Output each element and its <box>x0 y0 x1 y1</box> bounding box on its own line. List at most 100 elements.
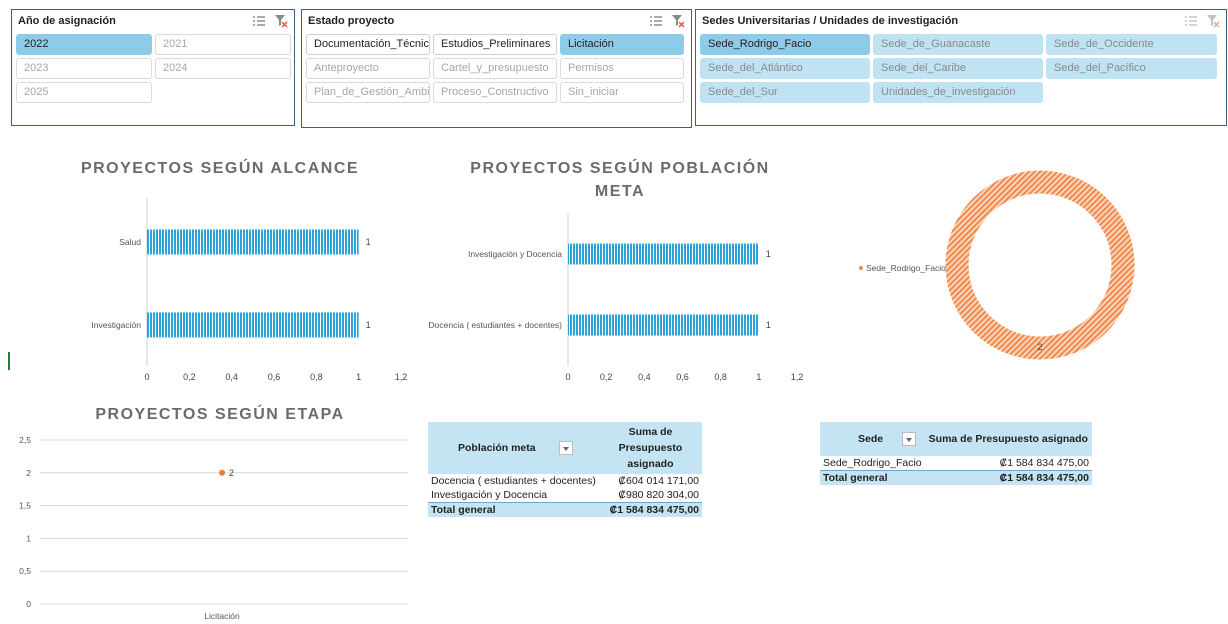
donut-data-label: 2 <box>1037 342 1042 352</box>
poblacion-col-header: Población meta <box>428 422 599 474</box>
row-label: Investigación y Docencia <box>431 489 548 501</box>
sedes-slicer-item[interactable]: Sede_de_Guanacaste <box>873 34 1043 55</box>
y-tick-label: 1 <box>26 533 31 543</box>
estado-slicer-items: Documentación_Técnica Estudios_Preliminar… <box>306 34 687 123</box>
category-label: Licitación <box>204 611 240 621</box>
bar <box>147 229 359 255</box>
data-label: 1 <box>366 237 371 247</box>
estado-slicer-item[interactable]: Estudios_Preliminares <box>433 34 557 55</box>
filter-dropdown-icon[interactable] <box>558 441 573 455</box>
filter-dropdown-icon[interactable] <box>902 432 917 446</box>
sedes-slicer-item[interactable]: Sede_Rodrigo_Facio <box>700 34 870 55</box>
poblacion-col-header-label: Población meta <box>458 441 536 454</box>
estado-slicer-item[interactable]: Anteproyecto <box>306 58 430 79</box>
x-tick-label: 0,2 <box>600 372 613 382</box>
x-tick-label: 1,2 <box>791 372 804 382</box>
sedes-slicer-item[interactable]: Unidades_de_investigación <box>873 82 1043 103</box>
x-tick-label: 0,6 <box>676 372 689 382</box>
y-tick-label: 2,5 <box>19 435 31 445</box>
multi-select-icon[interactable] <box>252 14 266 28</box>
estado-slicer-title: Estado proyecto <box>308 15 395 27</box>
estado-slicer-item[interactable]: Plan_de_Gestión_Ambi... <box>306 82 430 103</box>
year-slicer-item[interactable]: 2025 <box>16 82 152 103</box>
year-slicer-header: Año de asignación <box>12 10 294 32</box>
estado-slicer-item[interactable]: Permisos <box>560 58 684 79</box>
category-label: Investigación y Docencia <box>468 249 562 259</box>
y-tick-label: 1,5 <box>19 501 31 511</box>
year-slicer-item[interactable]: 2021 <box>155 34 291 55</box>
x-tick-label: 0,4 <box>225 372 238 382</box>
total-label: Total general <box>428 502 599 517</box>
x-tick-label: 0,6 <box>268 372 281 382</box>
sede-col-header-label: Sede <box>858 432 884 445</box>
clear-filter-icon[interactable] <box>274 14 288 28</box>
sedes-slicer-item[interactable]: Sede_del_Sur <box>700 82 870 103</box>
bar <box>568 314 759 336</box>
sedes-slicer-header: Sedes Universitarias / Unidades de inves… <box>696 10 1226 32</box>
legend-label: Sede_Rodrigo_Facio <box>866 263 946 273</box>
poblacion-sum-header: Suma de Presupuesto asignado <box>598 422 702 474</box>
data-label: 2 <box>229 468 234 478</box>
alcance-chart-title: PROYECTOS SEGÚN ALCANCE <box>80 160 360 177</box>
sedes-slicer-item[interactable]: Sede_del_Caribe <box>873 58 1043 79</box>
estado-slicer-header: Estado proyecto <box>302 10 691 32</box>
sedes-slicer: Sedes Universitarias / Unidades de inves… <box>695 9 1227 126</box>
year-slicer: Año de asignación 2022 2021 2023 2024 2025 <box>11 9 295 126</box>
estado-slicer: Estado proyecto Documentación_Técnica Est… <box>301 9 692 128</box>
estado-slicer-item[interactable]: Licitación <box>560 34 684 55</box>
multi-select-icon[interactable] <box>649 14 663 28</box>
estado-slicer-item[interactable]: Sin_iniciar <box>560 82 684 103</box>
x-tick-label: 1 <box>356 372 361 382</box>
row-label: Sede_Rodrigo_Facio <box>823 457 922 469</box>
year-slicer-title: Año de asignación <box>18 15 116 27</box>
estado-slicer-item[interactable]: Cartel_y_presupuesto <box>433 58 557 79</box>
table-row: Docencia ( estudiantes + docentes) ₡604 0… <box>428 474 702 488</box>
bar <box>568 243 759 265</box>
x-tick-label: 1 <box>756 372 761 382</box>
year-slicer-item[interactable]: 2022 <box>16 34 152 55</box>
y-tick-label: 0 <box>26 599 31 609</box>
x-tick-label: 0 <box>144 372 149 382</box>
x-tick-label: 0,4 <box>638 372 651 382</box>
sede-sum-header: Suma de Presupuesto asignado <box>924 422 1092 456</box>
multi-select-icon[interactable] <box>1184 14 1198 28</box>
data-point <box>219 469 225 476</box>
donut-slice <box>944 169 1136 361</box>
year-slicer-item[interactable]: 2024 <box>155 58 291 79</box>
year-slicer-item[interactable]: 2023 <box>16 58 152 79</box>
sedes-slicer-item[interactable]: Sede_de_Occidente <box>1046 34 1217 55</box>
total-row: Total general ₡1 584 834 475,00 <box>820 470 1092 485</box>
total-value: ₡1 584 834 475,00 <box>924 470 1092 485</box>
category-label: Salud <box>119 237 141 247</box>
legend-marker <box>859 266 863 270</box>
x-tick-label: 0,2 <box>183 372 196 382</box>
category-label: Docencia ( estudiantes + docentes) <box>429 320 563 330</box>
sheet-edge-marker <box>8 352 10 370</box>
total-value: ₡1 584 834 475,00 <box>598 502 702 517</box>
estado-slicer-item[interactable]: Proceso_Constructivo <box>433 82 557 103</box>
year-slicer-items: 2022 2021 2023 2024 2025 <box>16 34 291 121</box>
poblacion-chart-title-line2: META <box>594 183 646 200</box>
x-tick-label: 0,8 <box>714 372 727 382</box>
sede-col-header: Sede <box>820 422 925 456</box>
y-tick-label: 2 <box>26 468 31 478</box>
sedes-slicer-item[interactable]: Sede_del_Pacífico <box>1046 58 1217 79</box>
row-value: ₡980 820 304,00 <box>618 489 699 501</box>
etapa-chart-title: PROYECTOS SEGÚN ETAPA <box>95 406 345 423</box>
category-label: Investigación <box>91 320 141 330</box>
data-label: 1 <box>766 249 771 259</box>
total-row: Total general ₡1 584 834 475,00 <box>428 502 702 517</box>
table-row: Investigación y Docencia ₡980 820 304,00 <box>428 488 702 503</box>
poblacion-chart-title-line1: PROYECTOS SEGÚN POBLACIÓN <box>470 160 770 177</box>
estado-slicer-item[interactable]: Documentación_Técnica <box>306 34 430 55</box>
row-label: Docencia ( estudiantes + docentes) <box>431 475 596 487</box>
x-tick-label: 0 <box>565 372 570 382</box>
data-label: 1 <box>366 320 371 330</box>
clear-filter-icon[interactable] <box>1206 14 1220 28</box>
sedes-slicer-title: Sedes Universitarias / Unidades de inves… <box>702 15 959 27</box>
y-tick-label: 0,5 <box>19 566 31 576</box>
clear-filter-icon[interactable] <box>671 14 685 28</box>
sede-pivot-table: Sede Suma de Presupuesto asignado Sede_R… <box>820 422 1092 485</box>
poblacion-pivot-table: Población meta Suma de Presupuesto asign… <box>428 422 702 517</box>
sedes-slicer-item[interactable]: Sede_del_Atlántico <box>700 58 870 79</box>
